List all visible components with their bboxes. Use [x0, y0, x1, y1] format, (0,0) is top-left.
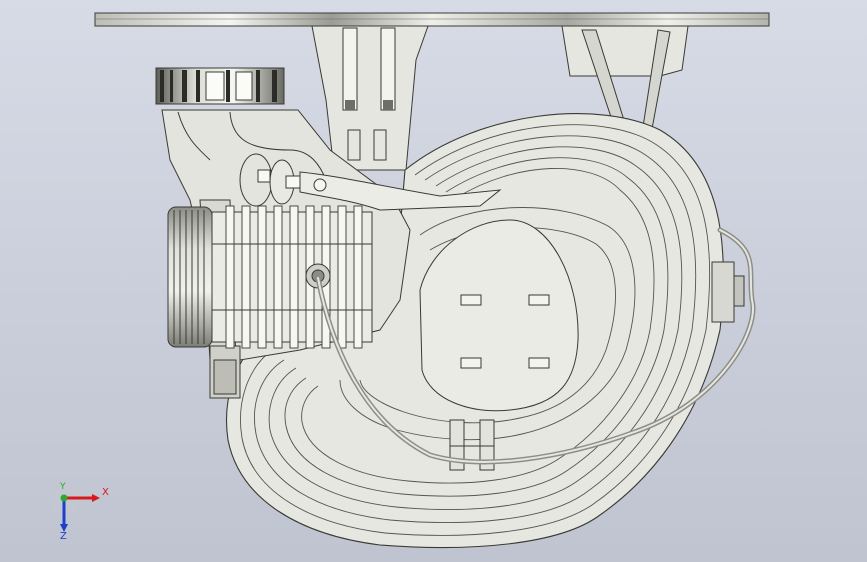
- orientation-triad[interactable]: X Y Z: [48, 482, 118, 544]
- cad-graphics-viewport[interactable]: X Y Z: [0, 0, 867, 562]
- top-mounting-plate[interactable]: [94, 12, 770, 27]
- assembly-model[interactable]: [0, 0, 867, 562]
- x-axis-label: X: [102, 487, 109, 498]
- inner-pad[interactable]: [419, 219, 579, 412]
- z-axis-label: Z: [60, 531, 67, 542]
- center-hanger-bracket[interactable]: [311, 25, 429, 171]
- adjustment-knob[interactable]: [155, 67, 285, 105]
- right-connector[interactable]: [711, 261, 745, 323]
- y-axis-dot: [60, 494, 68, 502]
- x-axis-arrowhead: [92, 494, 100, 502]
- finned-cylinder[interactable]: [167, 205, 373, 349]
- y-axis-label: Y: [60, 482, 66, 492]
